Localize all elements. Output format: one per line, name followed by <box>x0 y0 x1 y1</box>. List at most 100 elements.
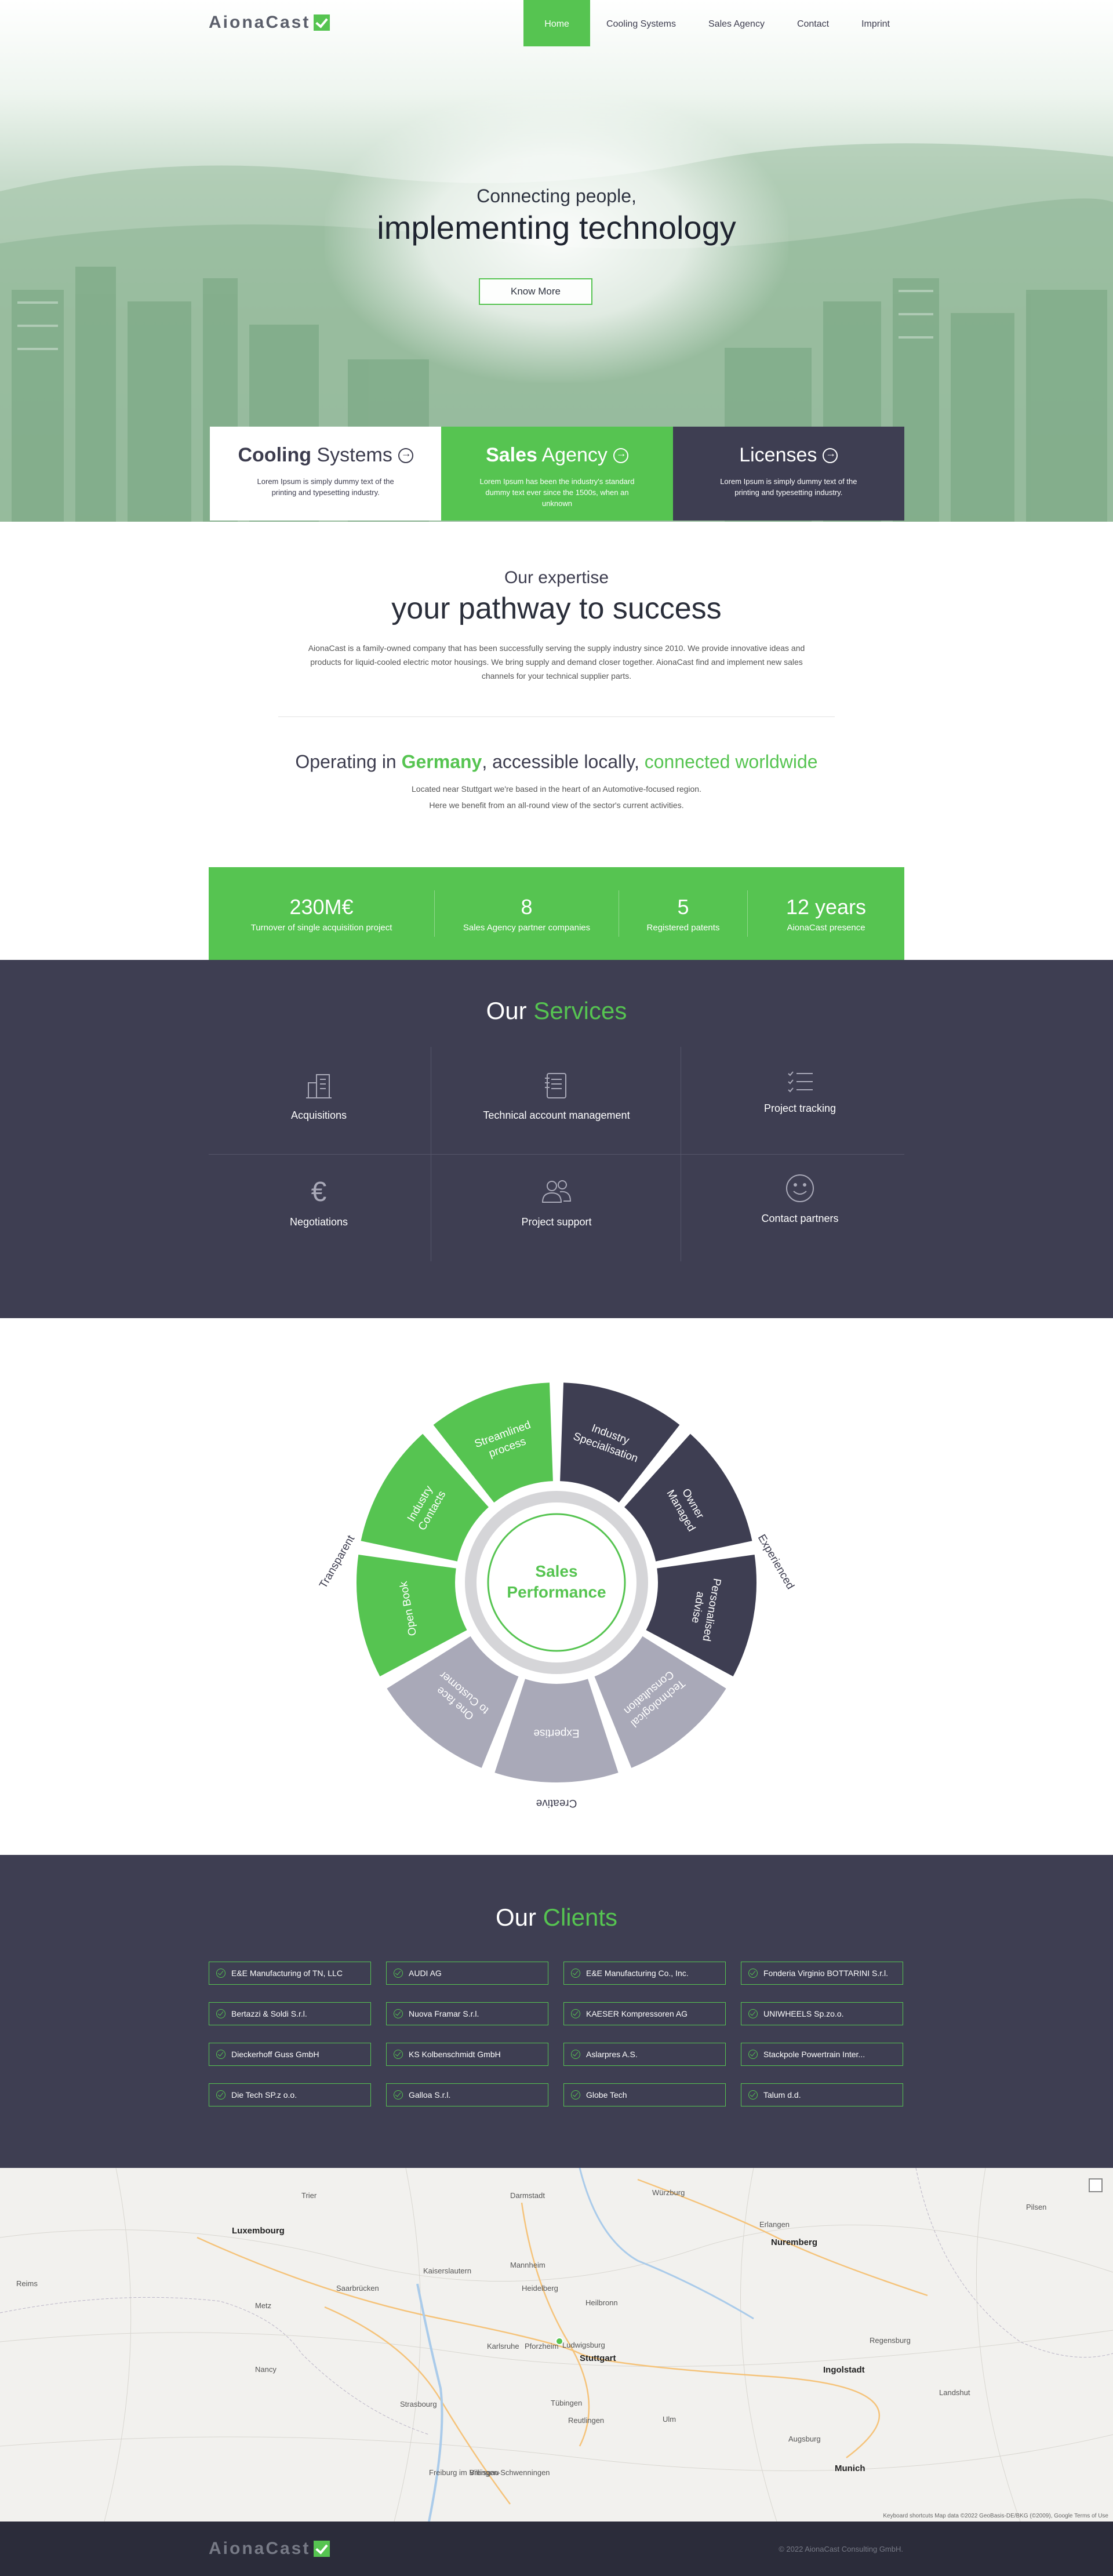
nav-imprint[interactable]: Imprint <box>845 0 906 46</box>
arrow-right-icon <box>823 447 838 463</box>
expertise-subtitle: Our expertise <box>504 568 609 587</box>
stat-item: 230M€ Turnover of single acquisition proj… <box>209 890 435 937</box>
client-item: Fonderia Virginio BOTTARINI S.r.l. <box>741 1962 903 1985</box>
arrow-right-icon <box>613 447 628 463</box>
client-item: Stackpole Powertrain Inter... <box>741 2043 903 2066</box>
nav-sales-agency[interactable]: Sales Agency <box>692 0 781 46</box>
nav-home[interactable]: Home <box>523 0 590 46</box>
service-acquisitions[interactable]: Acquisitions <box>264 1068 374 1122</box>
map-city-label: Karlsruhe <box>487 2342 519 2351</box>
card-cooling-systems[interactable]: Cooling Systems Lorem Ipsum is simply du… <box>210 427 442 521</box>
clients-section: Our Clients E&E Manufacturing of TN, LLC… <box>0 1855 1113 2168</box>
map-pin-icon[interactable] <box>555 2337 563 2345</box>
sales-performance-wheel: IndustrySpecialisationOwnerManagedPerson… <box>317 1382 796 1809</box>
check-circle-icon <box>216 2009 225 2018</box>
checklist-icon <box>783 1068 817 1096</box>
client-name: UNIWHEELS Sp.zo.o. <box>763 2009 844 2018</box>
map-city-label: Kaiserslautern <box>423 2266 472 2275</box>
wheel-center <box>477 1502 636 1662</box>
service-label: Technical account management <box>483 1109 630 1121</box>
client-item: Dieckerhoff Guss GmbH <box>209 2043 371 2066</box>
client-item: Talum d.d. <box>741 2083 903 2106</box>
service-technical-account-management[interactable]: Technical account management <box>464 1068 649 1122</box>
services-title-2: Services <box>533 997 627 1024</box>
check-circle-icon <box>571 1969 580 1978</box>
check-icon <box>314 2541 330 2557</box>
service-label: Project tracking <box>763 1103 836 1114</box>
map-city-label: Pilsen <box>1026 2203 1047 2211</box>
wheel-center-label: Performance <box>507 1583 606 1601</box>
card-licenses[interactable]: Licenses Lorem Ipsum is simply dummy tex… <box>672 427 904 521</box>
client-item: Globe Tech <box>563 2083 726 2106</box>
check-circle-icon <box>571 2009 580 2018</box>
footer-copyright: © 2022 AionaCast Consulting GmbH. <box>779 2545 903 2553</box>
arrow-right-icon <box>398 447 413 463</box>
service-negotiations[interactable]: € Negotiations <box>264 1174 374 1228</box>
footer-logo[interactable]: AionaCast <box>209 2539 330 2559</box>
card-text: Lorem Ipsum is simply dummy text of the … <box>720 477 857 497</box>
client-name: KAESER Kompressoren AG <box>586 2009 688 2018</box>
nav-cooling-systems[interactable]: Cooling Systems <box>590 0 692 46</box>
map-city-label: Landshut <box>939 2388 970 2397</box>
map-city-label: Ulm <box>663 2415 676 2424</box>
check-circle-icon <box>394 1969 403 1978</box>
client-item: KAESER Kompressoren AG <box>563 2002 726 2025</box>
services-section: Our Services Acquisitions Technical acco… <box>0 960 1113 1318</box>
service-contact-partners[interactable]: Contact partners <box>730 1171 870 1225</box>
map-city-label: Würzburg <box>652 2188 685 2197</box>
check-circle-icon <box>571 2090 580 2100</box>
service-label: Negotiations <box>289 1216 348 1228</box>
map-city-label: Munich <box>835 2464 865 2473</box>
clients-title-2: Clients <box>543 1904 618 1931</box>
nav-contact[interactable]: Contact <box>781 0 845 46</box>
client-item: Aslarpres A.S. <box>563 2043 726 2066</box>
fullscreen-icon[interactable] <box>1089 2178 1103 2192</box>
stat-item: 5 Registered patents <box>619 890 748 937</box>
map-city-label: Stuttgart <box>580 2353 616 2363</box>
client-name: Bertazzi & Soldi S.r.l. <box>231 2009 307 2018</box>
client-name: AUDI AG <box>409 1969 442 1978</box>
stat-value: 8 <box>521 894 533 919</box>
stat-value: 12 years <box>785 894 867 919</box>
client-item: Die Tech SP.z o.o. <box>209 2083 371 2106</box>
map-city-label: Villingen-Schwenningen <box>470 2468 550 2477</box>
check-circle-icon <box>748 2050 758 2059</box>
location-map[interactable]: Luxembourg Saarbrücken Mannheim Heidelberg K… <box>0 2168 1113 2522</box>
service-project-support[interactable]: Project support <box>487 1174 626 1228</box>
stat-label: AionaCast presence <box>787 922 865 933</box>
map-city-label: Erlangen <box>759 2220 790 2229</box>
map-city-label: Mannheim <box>510 2261 545 2269</box>
stat-label: Registered patents <box>646 922 720 933</box>
operating-country: Germany <box>401 751 482 772</box>
services-title-1: Our <box>486 997 534 1024</box>
client-name: Fonderia Virginio BOTTARINI S.r.l. <box>763 1969 888 1978</box>
know-more-button[interactable]: Know More <box>479 278 592 305</box>
map-city-label: Heidelberg <box>522 2284 558 2293</box>
client-item: Galloa S.r.l. <box>386 2083 548 2106</box>
operating-line-2: Here we benefit from an all-round view o… <box>429 801 684 810</box>
client-name: Nuova Framar S.r.l. <box>409 2009 479 2018</box>
stat-item: 12 years AionaCast presence <box>748 890 904 937</box>
map-city-label: Heilbronn <box>585 2298 618 2307</box>
client-item: Bertazzi & Soldi S.r.l. <box>209 2002 371 2025</box>
euro-icon: € <box>311 1176 327 1207</box>
footer: AionaCast © 2022 AionaCast Consulting Gm… <box>0 2522 1113 2576</box>
check-circle-icon <box>394 2090 403 2100</box>
logo[interactable]: AionaCast <box>209 13 330 32</box>
check-circle-icon <box>748 1969 758 1978</box>
client-name: Galloa S.r.l. <box>409 2090 451 2100</box>
check-circle-icon <box>216 2050 225 2059</box>
building-icon <box>301 1068 336 1103</box>
map-credit: Keyboard shortcuts Map data ©2022 GeoBas… <box>883 2513 1108 2519</box>
wheel-outer-label: Transparent <box>317 1533 357 1591</box>
clients-title: Our Clients <box>0 1904 1113 1931</box>
service-project-tracking[interactable]: Project tracking <box>730 1068 870 1115</box>
people-icon <box>539 1174 574 1209</box>
map-city-label: Saarbrücken <box>336 2284 379 2293</box>
wheel-outer-label: Creative <box>536 1797 577 1809</box>
card-sales-agency[interactable]: Sales Agency Lorem Ipsum has been the in… <box>441 427 673 521</box>
wheel-segment-label: Expertise <box>533 1727 579 1739</box>
operating-line-1: Located near Stuttgart we're based in th… <box>412 784 701 794</box>
map-city-label: Metz <box>255 2301 272 2310</box>
client-name: E&E Manufacturing of TN, LLC <box>231 1969 343 1978</box>
